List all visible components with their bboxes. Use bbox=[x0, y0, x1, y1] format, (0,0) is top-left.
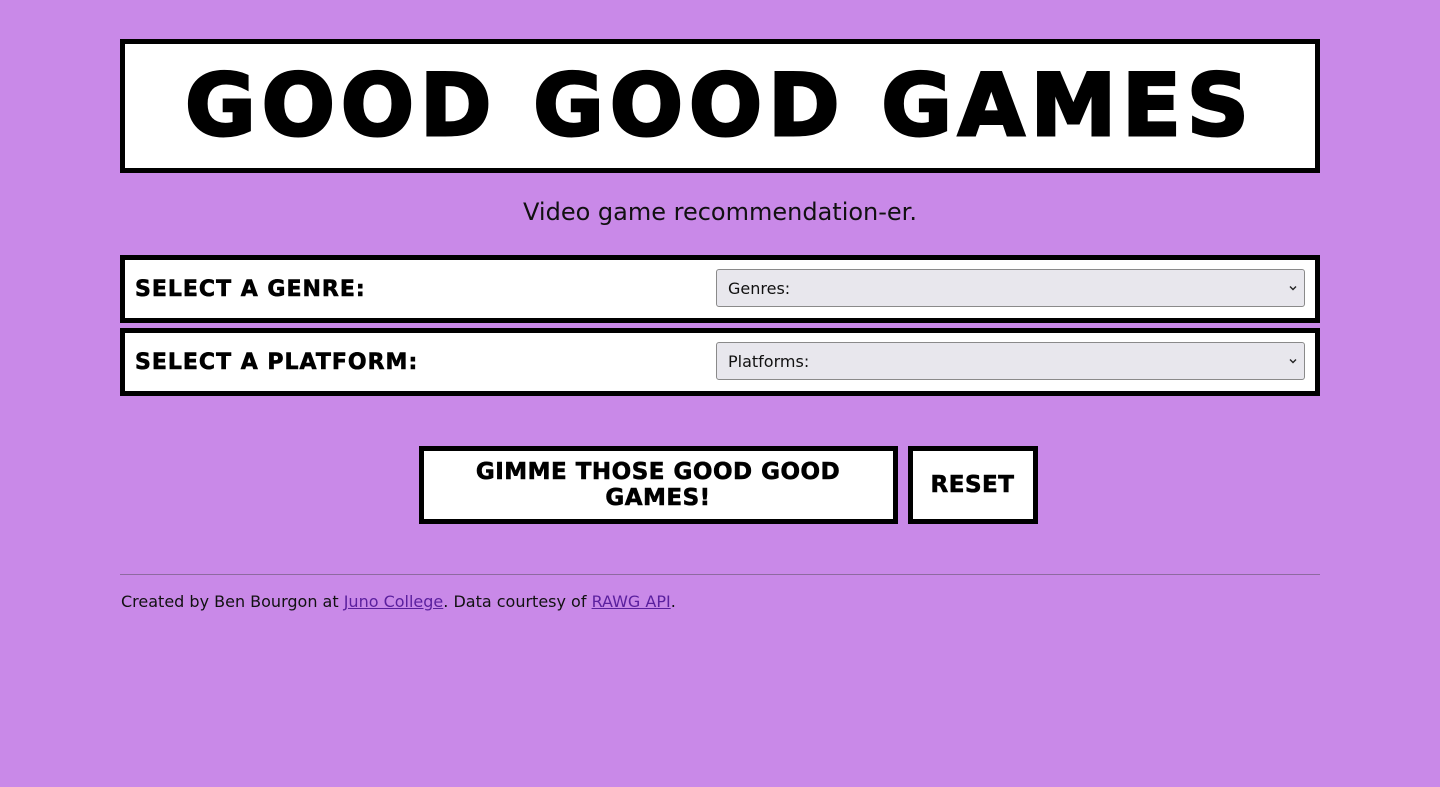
platform-select[interactable]: Platforms: bbox=[716, 342, 1305, 380]
action-buttons: GIMME THOSE GOOD GOOD GAMES! RESET bbox=[120, 446, 1320, 524]
page-container: GOOD GOOD GAMES Video game recommendatio… bbox=[120, 39, 1320, 613]
footer-prefix: Created by Ben Bourgon at bbox=[121, 592, 344, 611]
genre-label: SELECT A GENRE: bbox=[135, 276, 366, 302]
chevron-down-icon bbox=[1289, 359, 1297, 364]
footer-middle: . Data courtesy of bbox=[443, 592, 592, 611]
rawg-api-link[interactable]: RAWG API bbox=[592, 592, 671, 611]
reset-button[interactable]: RESET bbox=[907, 446, 1038, 524]
chevron-down-icon bbox=[1289, 286, 1297, 291]
footer-divider bbox=[120, 574, 1320, 575]
genre-select-value: Genres: bbox=[728, 278, 791, 298]
submit-button[interactable]: GIMME THOSE GOOD GOOD GAMES! bbox=[418, 446, 898, 524]
genre-select[interactable]: Genres: bbox=[716, 269, 1305, 307]
genre-row: SELECT A GENRE: Genres: bbox=[120, 255, 1320, 323]
page-subtitle: Video game recommendation-er. bbox=[523, 198, 917, 226]
juno-college-link[interactable]: Juno College bbox=[344, 592, 444, 611]
platform-label: SELECT A PLATFORM: bbox=[135, 349, 419, 375]
footer-suffix: . bbox=[670, 592, 676, 611]
platform-row: SELECT A PLATFORM: Platforms: bbox=[120, 328, 1320, 396]
filter-form: SELECT A GENRE: Genres: SELECT A PLATFOR… bbox=[120, 255, 1320, 396]
title-banner: GOOD GOOD GAMES bbox=[120, 39, 1320, 173]
page-title: GOOD GOOD GAMES bbox=[184, 56, 1255, 156]
platform-select-value: Platforms: bbox=[728, 351, 810, 371]
footer: Created by Ben Bourgon at Juno College. … bbox=[120, 591, 1320, 613]
